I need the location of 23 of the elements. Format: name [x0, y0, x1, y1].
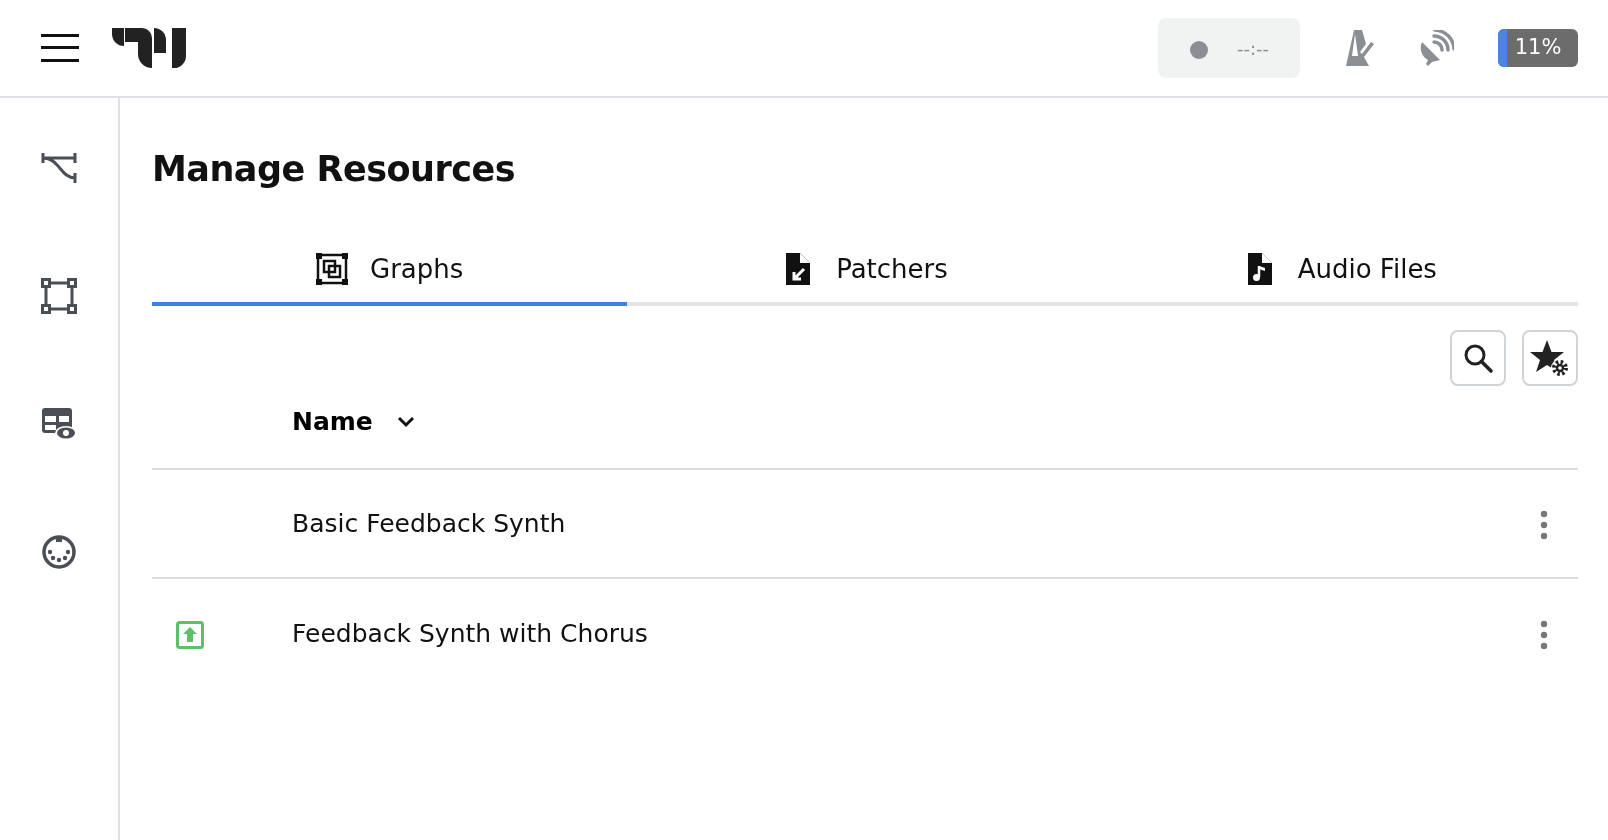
star-gear-icon	[1530, 338, 1570, 378]
record-dot-icon[interactable]	[1188, 39, 1209, 60]
resource-tab[interactable]: Patchers	[627, 236, 1103, 306]
resource-tab[interactable]: Audio Files	[1102, 236, 1578, 306]
search-button[interactable]	[1450, 330, 1506, 386]
more-options-icon	[1540, 619, 1548, 650]
metronome-icon[interactable]	[1344, 30, 1376, 66]
page-title: Manage Resources	[152, 148, 517, 190]
bounding-box-icon[interactable]	[39, 276, 79, 316]
cpu-reading: 11%	[1514, 34, 1562, 62]
name-column-header[interactable]: Name	[292, 403, 415, 441]
resource-name: Feedback Synth with Chorus	[292, 617, 649, 650]
resource-name: Basic Feedback Synth	[292, 507, 567, 540]
midi-port-icon[interactable]	[39, 532, 79, 572]
search-icon	[1463, 343, 1493, 373]
more-options-icon	[1540, 509, 1548, 540]
time-display: --:--	[1236, 36, 1269, 61]
chevron-down-icon	[396, 416, 415, 428]
resource-tab[interactable]: Graphs	[152, 236, 628, 306]
satellite-dish-icon[interactable]	[1420, 30, 1454, 66]
logo-icon	[112, 28, 186, 68]
graphs-icon	[316, 253, 348, 285]
favorites-settings-button[interactable]	[1522, 330, 1578, 386]
